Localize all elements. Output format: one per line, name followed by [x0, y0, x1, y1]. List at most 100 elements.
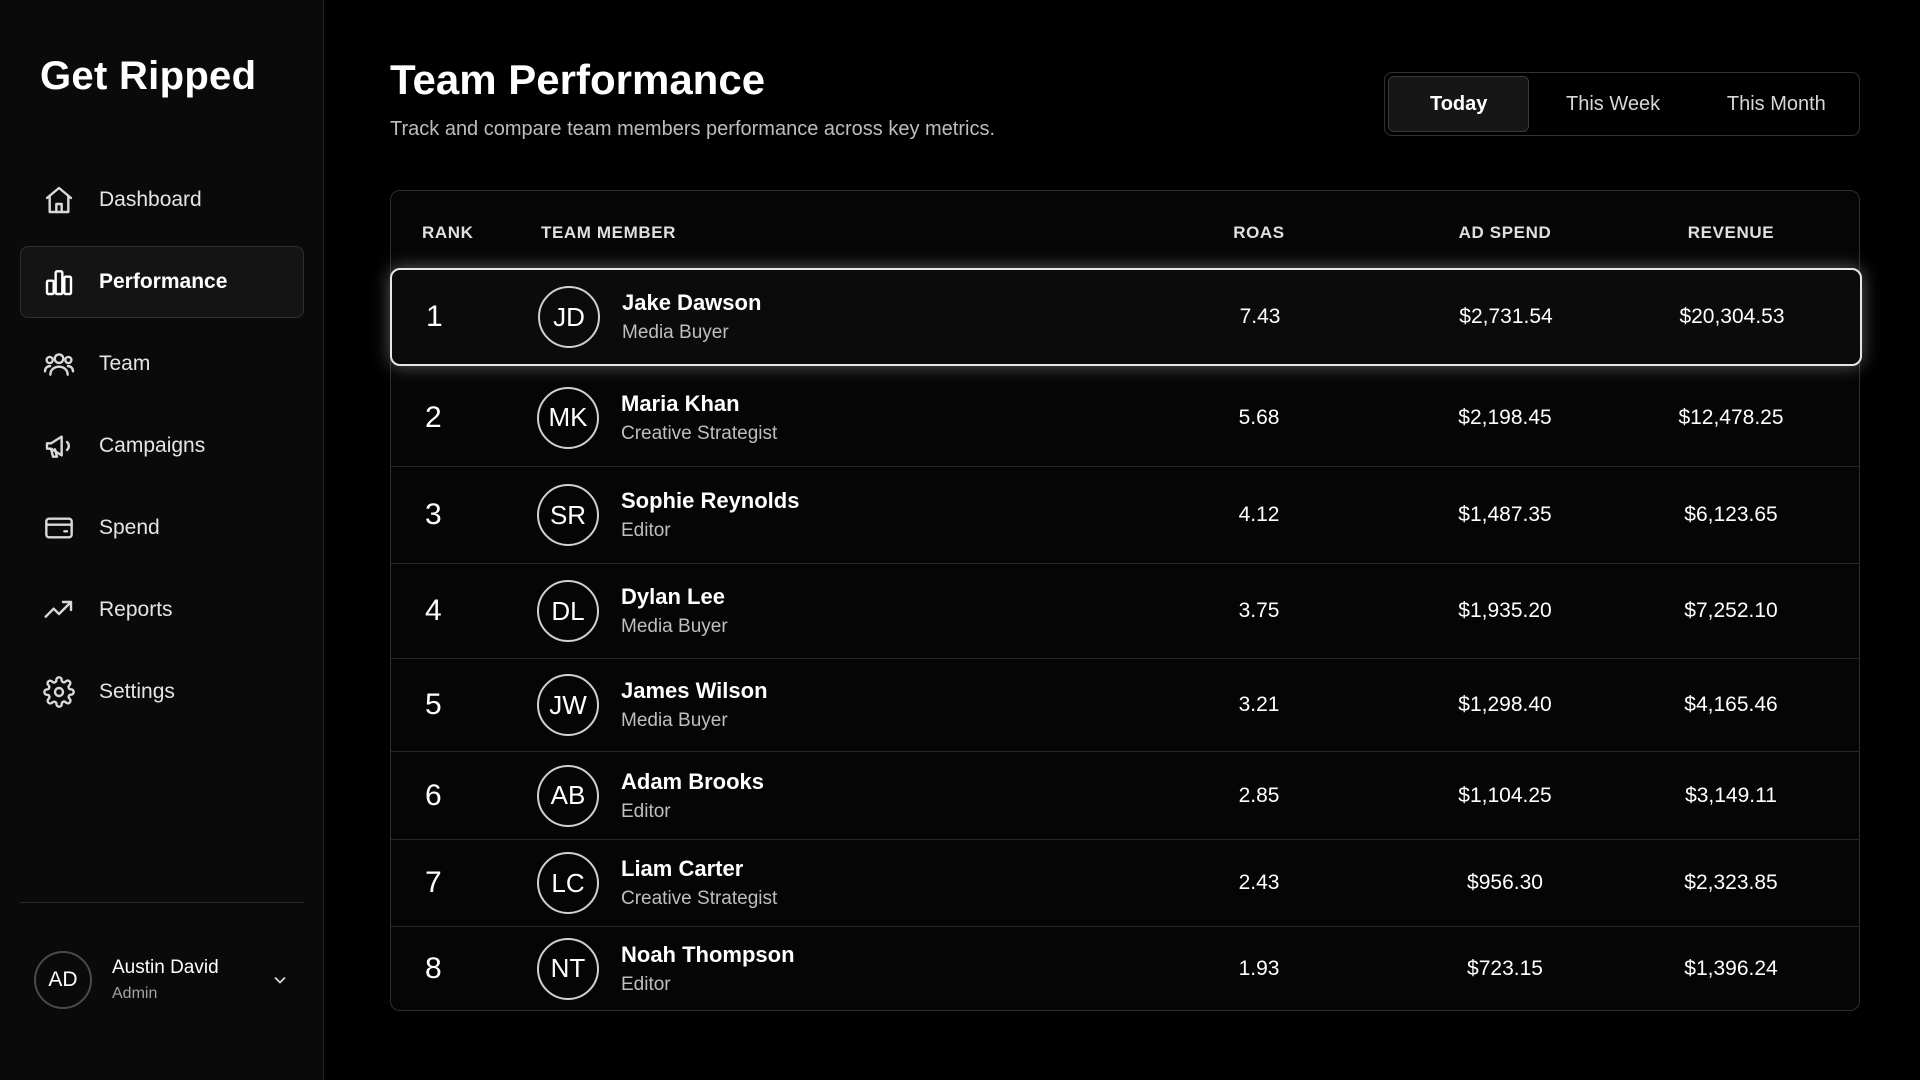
sidebar-item-label: Settings	[99, 680, 175, 703]
main-content: Team Performance Track and compare team …	[390, 0, 1862, 1080]
ad-spend-cell: $2,731.54	[1459, 305, 1553, 328]
roas-cell: 7.43	[1239, 305, 1281, 328]
sidebar-item-dashboard[interactable]: Dashboard	[20, 164, 304, 236]
performance-table: RANK TEAM MEMBER ROAS AD SPEND REVENUE 1…	[390, 190, 1862, 1011]
date-range-toggle: Today This Week This Month	[1384, 72, 1860, 136]
revenue-cell: $7,252.10	[1684, 599, 1778, 622]
sidebar-item-reports[interactable]: Reports	[20, 574, 304, 646]
member-role: Editor	[621, 520, 671, 541]
avatar: JW	[537, 674, 599, 736]
rank-cell: 6	[425, 778, 442, 812]
roas-cell: 3.75	[1238, 599, 1280, 622]
avatar: NT	[537, 937, 599, 1000]
rank-cell: 4	[425, 594, 442, 627]
sidebar-item-team[interactable]: Team	[20, 328, 304, 400]
home-icon	[43, 184, 75, 216]
revenue-cell: $12,478.25	[1678, 405, 1784, 429]
member-role: Editor	[621, 800, 671, 822]
rank-cell: 3	[425, 498, 442, 531]
avatar: LC	[537, 852, 599, 914]
table-row[interactable]: 2 MK Maria Khan Creative Strategist 5.68 …	[391, 369, 1859, 466]
rank-cell: 7	[425, 866, 442, 899]
member-role: Creative Strategist	[621, 888, 778, 909]
avatar: AD	[34, 951, 92, 1009]
column-header-ad-spend[interactable]: AD SPEND	[1435, 223, 1575, 243]
sidebar-item-performance[interactable]: Performance	[20, 246, 304, 318]
member-name: James Wilson	[621, 678, 768, 703]
rank-cell: 5	[425, 688, 442, 721]
table-row[interactable]: 7 LC Liam Carter Creative Strategist 2.43…	[391, 839, 1859, 926]
brand-logo: Get Ripped	[40, 54, 257, 98]
page-subtitle: Track and compare team members performan…	[390, 118, 996, 140]
member-role: Creative Strategist	[621, 422, 778, 444]
sidebar-item-label: Dashboard	[99, 188, 202, 211]
user-role: Admin	[112, 985, 158, 1002]
sidebar-item-campaigns[interactable]: Campaigns	[20, 410, 304, 482]
ad-spend-cell: $2,198.45	[1458, 405, 1552, 429]
member-name: Noah Thompson	[621, 941, 795, 967]
ad-spend-cell: $956.30	[1467, 871, 1543, 894]
avatar: MK	[537, 386, 599, 449]
table-row[interactable]: 1 JD Jake Dawson Media Buyer 7.43 $2,731.…	[390, 268, 1862, 366]
sidebar: Get Ripped Dashboard Performance Team Ca…	[0, 0, 324, 1080]
roas-cell: 2.85	[1238, 783, 1280, 807]
rank-cell: 8	[425, 951, 442, 985]
sidebar-divider	[20, 902, 304, 903]
roas-cell: 1.93	[1238, 956, 1280, 980]
revenue-cell: $4,165.46	[1684, 693, 1778, 716]
bar-chart-icon	[43, 266, 75, 298]
ad-spend-cell: $1,104.25	[1458, 783, 1552, 807]
rank-cell: 1	[426, 300, 443, 333]
member-role: Media Buyer	[622, 322, 729, 343]
sidebar-item-settings[interactable]: Settings	[20, 656, 304, 728]
range-option-this-week[interactable]: This Week	[1529, 76, 1696, 132]
member-role: Media Buyer	[621, 616, 728, 637]
sidebar-item-spend[interactable]: Spend	[20, 492, 304, 564]
sidebar-item-label: Performance	[99, 270, 228, 293]
member-name: Sophie Reynolds	[621, 488, 800, 513]
sidebar-item-label: Reports	[99, 598, 173, 621]
user-name: Austin David	[112, 957, 219, 978]
range-option-this-month[interactable]: This Month	[1697, 76, 1856, 132]
column-header-revenue[interactable]: REVENUE	[1661, 223, 1801, 243]
avatar: DL	[537, 580, 599, 642]
table-row[interactable]: 4 DL Dylan Lee Media Buyer 3.75 $1,935.20…	[391, 563, 1859, 658]
ad-spend-cell: $1,298.40	[1458, 693, 1552, 716]
gear-icon	[43, 676, 75, 708]
table-row[interactable]: 3 SR Sophie Reynolds Editor 4.12 $1,487.3…	[391, 466, 1859, 563]
sidebar-item-label: Team	[99, 352, 151, 375]
chevron-down-icon[interactable]	[266, 966, 294, 994]
ad-spend-cell: $1,487.35	[1458, 503, 1552, 526]
member-name: Adam Brooks	[621, 768, 765, 794]
roas-cell: 2.43	[1238, 871, 1280, 894]
table-header: RANK TEAM MEMBER ROAS AD SPEND REVENUE	[391, 191, 1859, 267]
member-name: Jake Dawson	[622, 290, 762, 315]
column-header-member: TEAM MEMBER	[541, 223, 677, 242]
avatar: SR	[537, 484, 599, 546]
revenue-cell: $3,149.11	[1685, 783, 1777, 807]
wallet-icon	[43, 512, 75, 544]
page-title: Team Performance	[390, 56, 766, 103]
column-header-roas[interactable]: ROAS	[1209, 223, 1309, 243]
table-row[interactable]: 5 JW James Wilson Media Buyer 3.21 $1,298…	[391, 658, 1859, 751]
ad-spend-cell: $1,935.20	[1458, 599, 1552, 622]
sidebar-item-label: Spend	[99, 516, 160, 539]
range-option-today[interactable]: Today	[1388, 76, 1530, 132]
revenue-cell: $1,396.24	[1684, 956, 1778, 980]
trending-up-icon	[43, 594, 75, 626]
column-header-rank: RANK	[422, 223, 474, 242]
member-name: Dylan Lee	[621, 584, 725, 609]
user-profile[interactable]: AD Austin David Admin	[34, 950, 294, 1010]
roas-cell: 5.68	[1238, 405, 1280, 429]
table-row[interactable]: 8 NT Noah Thompson Editor 1.93 $723.15 $1…	[391, 926, 1859, 1010]
megaphone-icon	[43, 430, 75, 462]
avatar: AB	[537, 764, 599, 827]
member-name: Liam Carter	[621, 856, 744, 881]
rank-cell: 2	[425, 400, 442, 434]
users-icon	[43, 348, 75, 380]
member-name: Maria Khan	[621, 390, 740, 416]
revenue-cell: $20,304.53	[1679, 305, 1785, 328]
table-row[interactable]: 6 AB Adam Brooks Editor 2.85 $1,104.25 $3…	[391, 751, 1859, 839]
roas-cell: 4.12	[1238, 503, 1280, 526]
member-role: Media Buyer	[621, 710, 728, 731]
